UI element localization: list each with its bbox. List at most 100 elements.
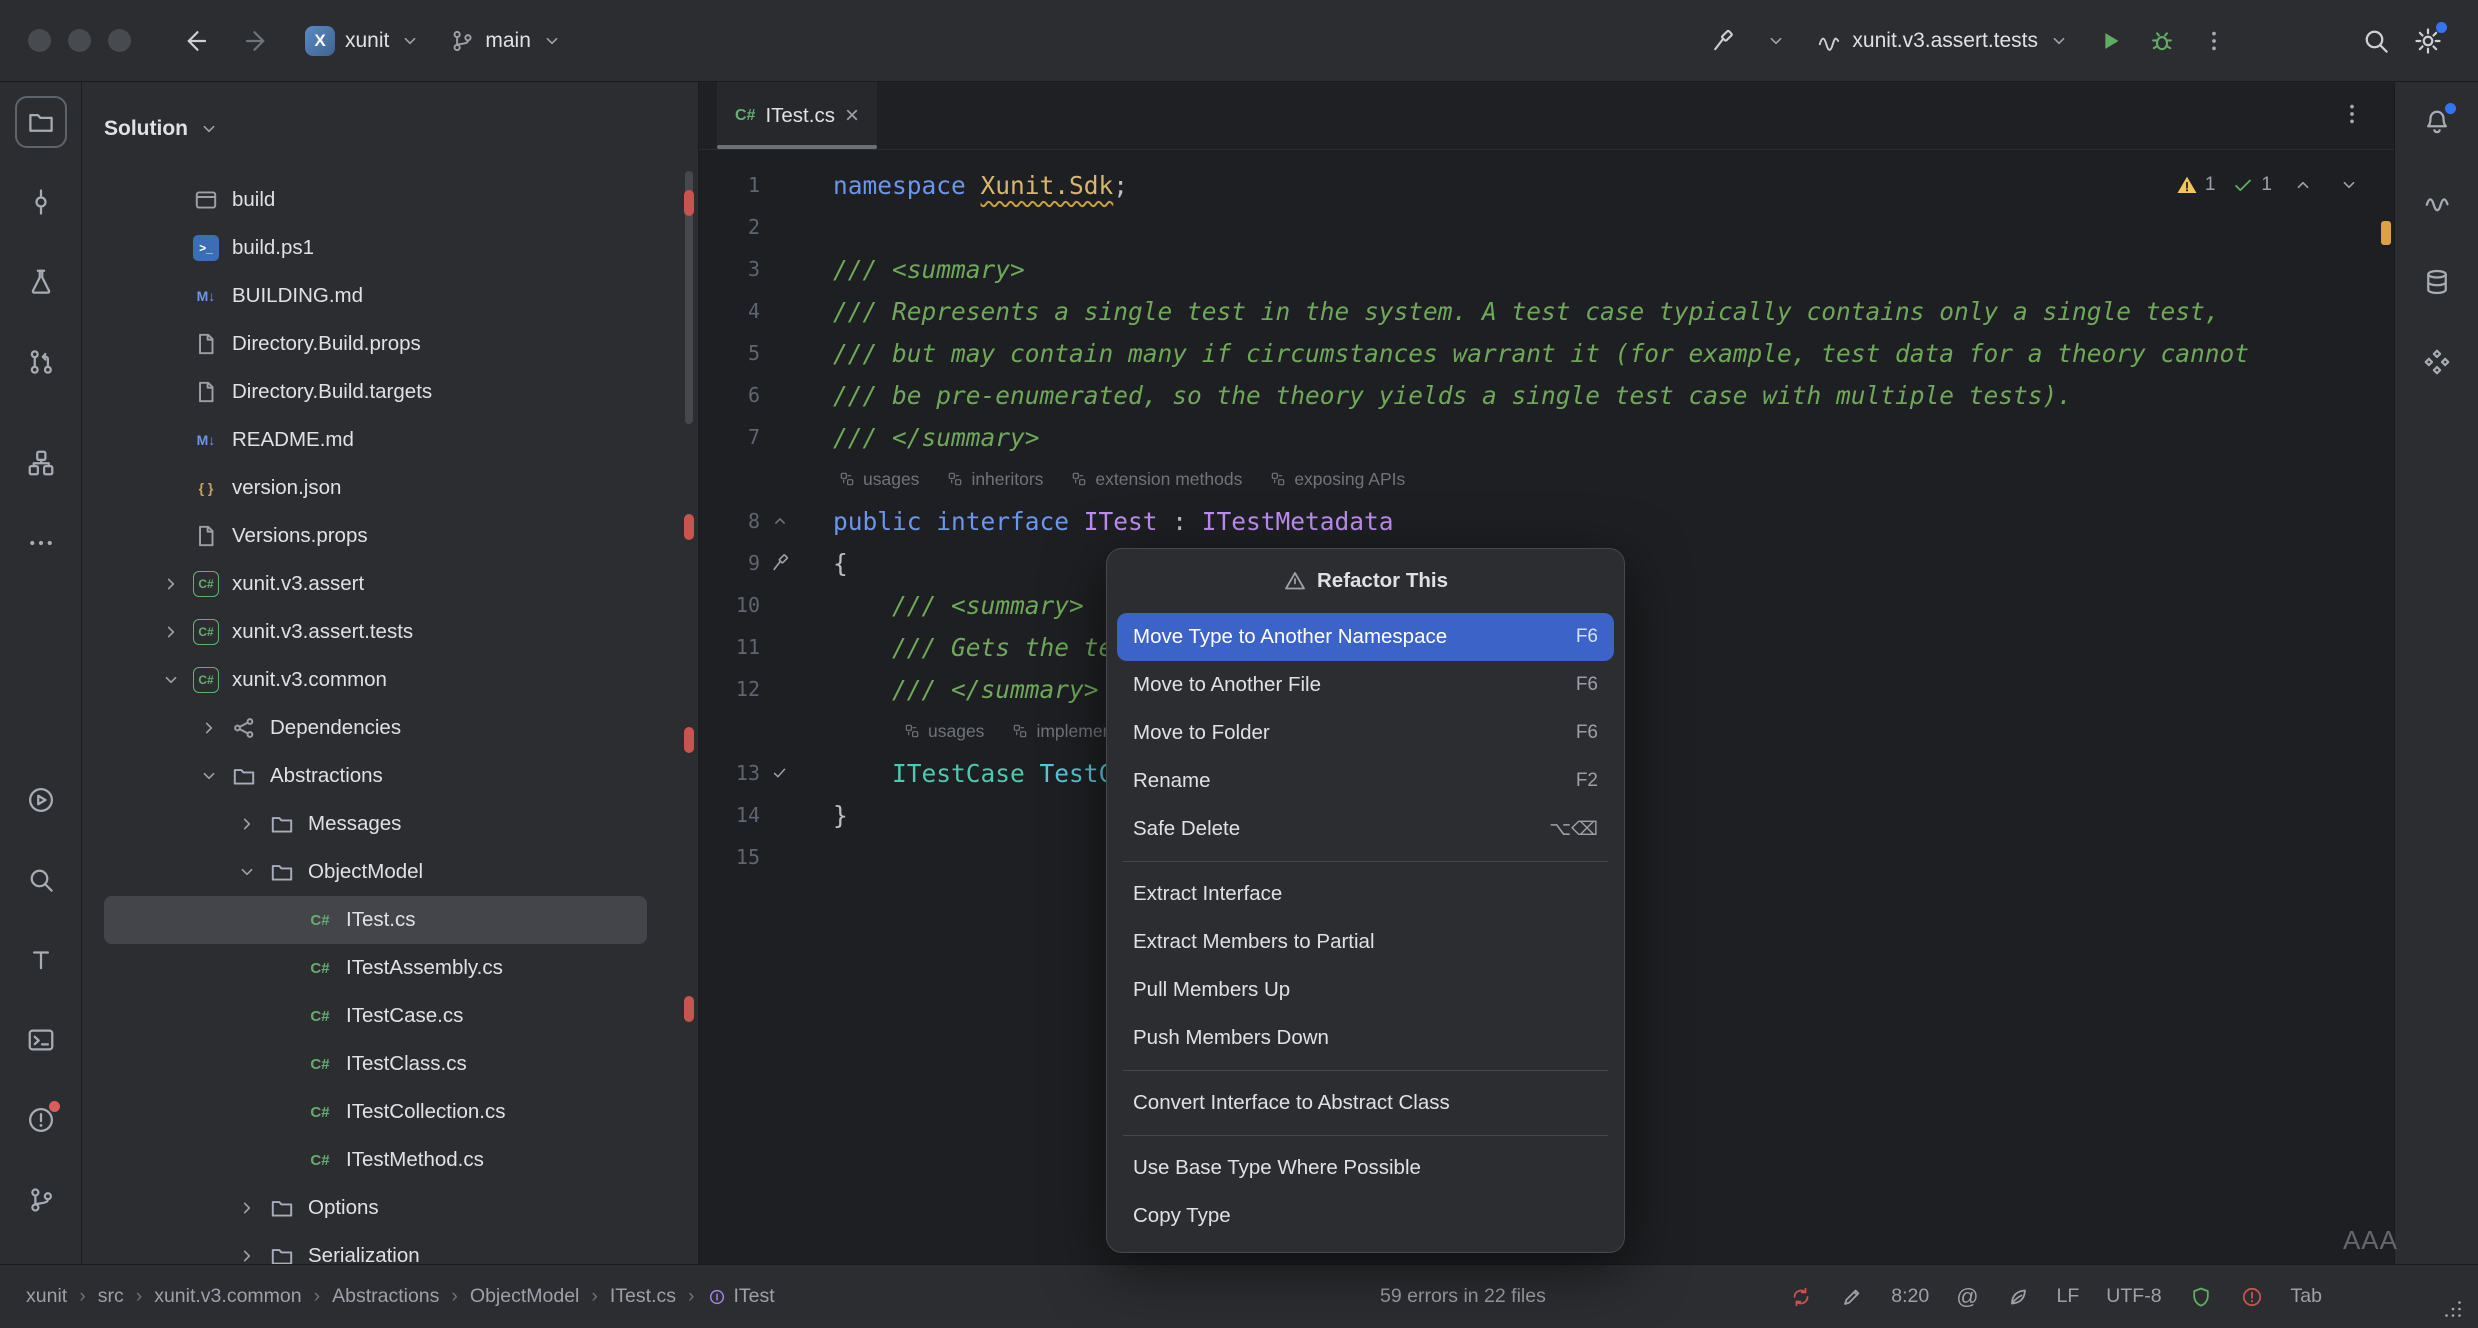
chevron-down-icon[interactable] (228, 848, 266, 896)
tree-item-xunit-v3-assert[interactable]: C#xunit.v3.assert (104, 560, 647, 608)
menu-item-move-type-to-another-namespace[interactable]: Move Type to Another NamespaceF6 (1117, 613, 1614, 661)
error-summary[interactable]: 59 errors in 22 files (1380, 1285, 1546, 1308)
highlighting-level-icon[interactable] (1840, 1285, 1864, 1309)
quick-fix-hammer-icon[interactable] (760, 552, 833, 574)
tree-item-messages[interactable]: Messages (104, 800, 647, 848)
warning-stripe-mark[interactable] (2381, 221, 2391, 245)
panel-header[interactable]: Solution (82, 82, 698, 176)
tree-item-directory-build-props[interactable]: Directory.Build.props (104, 320, 647, 368)
tree-item-itestmethod-cs[interactable]: C#ITestMethod.cs (104, 1136, 647, 1184)
tree-item-readme-md[interactable]: M↓README.md (104, 416, 647, 464)
breadcrumb-src[interactable]: src (98, 1285, 124, 1308)
file-encoding[interactable]: UTF-8 (2106, 1285, 2161, 1308)
tree-item-building-md[interactable]: M↓BUILDING.md (104, 272, 647, 320)
menu-item-extract-members-to-partial[interactable]: Extract Members to Partial (1117, 918, 1614, 966)
tab-close-icon[interactable]: × (845, 104, 859, 128)
build-button[interactable] (1698, 15, 1750, 67)
tree-item-abstractions[interactable]: Abstractions (104, 752, 647, 800)
forward-button[interactable] (229, 13, 285, 69)
resize-grip[interactable] (2440, 1296, 2466, 1322)
structure-icon[interactable] (15, 437, 67, 489)
minimize-button[interactable] (68, 29, 91, 52)
breadcrumb-xunit[interactable]: xunit (26, 1285, 67, 1308)
breadcrumb-xunit-v3-common[interactable]: xunit.v3.common (154, 1285, 301, 1308)
ok-count[interactable]: 1 (2231, 173, 2272, 197)
breadcrumb-objectmodel[interactable]: ObjectModel (470, 1285, 579, 1308)
next-problem-button[interactable] (2334, 170, 2364, 200)
code-vision-implemen[interactable]: implemen (1012, 721, 1112, 742)
code-vision-extension-methods[interactable]: extension methods (1071, 469, 1242, 490)
menu-item-pull-members-up[interactable]: Pull Members Up (1117, 966, 1614, 1014)
fold-icon[interactable] (760, 511, 833, 531)
more-tool-windows-icon[interactable] (15, 517, 67, 569)
alert-icon[interactable] (2240, 1285, 2264, 1309)
run-button[interactable] (2084, 15, 2136, 67)
chevron-right-icon[interactable] (190, 704, 228, 752)
chevron-down-icon[interactable] (152, 656, 190, 704)
commit-icon[interactable] (15, 176, 67, 228)
breadcrumb-itest-cs[interactable]: ITest.cs (610, 1285, 676, 1308)
ai-assistant-icon[interactable] (2411, 176, 2463, 228)
code-vision-usages[interactable]: usages (839, 469, 919, 490)
tree-item-xunit-v3-assert-tests[interactable]: C#xunit.v3.assert.tests (104, 608, 647, 656)
chevron-right-icon[interactable] (228, 1232, 266, 1264)
close-button[interactable] (28, 29, 51, 52)
dependencies-diagram-icon[interactable] (2411, 336, 2463, 388)
line-separator[interactable]: LF (2057, 1285, 2080, 1308)
leaf-icon[interactable] (2006, 1285, 2030, 1309)
search-everywhere-button[interactable] (2350, 15, 2402, 67)
menu-item-rename[interactable]: RenameF2 (1117, 757, 1614, 805)
tree-item-dependencies[interactable]: Dependencies (104, 704, 647, 752)
menu-item-extract-interface[interactable]: Extract Interface (1117, 870, 1614, 918)
notifications-icon[interactable] (2411, 96, 2463, 148)
pull-requests-icon[interactable] (15, 336, 67, 388)
chevron-down-icon[interactable] (190, 752, 228, 800)
warnings-count[interactable]: 1 (2175, 173, 2216, 197)
tree-item-itestclass-cs[interactable]: C#ITestClass.cs (104, 1040, 647, 1088)
database-icon[interactable] (2411, 256, 2463, 308)
tree-item-options[interactable]: Options (104, 1184, 647, 1232)
at-icon[interactable]: @ (1956, 1284, 1978, 1310)
breadcrumb-itest[interactable]: ITest (707, 1285, 775, 1308)
security-shield-icon[interactable] (2189, 1285, 2213, 1309)
search-tool-icon[interactable] (15, 854, 67, 906)
editor-tab-itest[interactable]: C# ITest.cs × (717, 82, 877, 149)
run-configuration-widget[interactable]: xunit.v3.assert.tests (1802, 13, 2084, 69)
tree-item-itest-cs[interactable]: C#ITest.cs (104, 896, 647, 944)
menu-item-move-to-folder[interactable]: Move to FolderF6 (1117, 709, 1614, 757)
menu-item-move-to-another-file[interactable]: Move to Another FileF6 (1117, 661, 1614, 709)
more-actions-button[interactable] (2188, 15, 2240, 67)
problems-icon[interactable] (15, 1094, 67, 1146)
indent-style[interactable]: Tab (2291, 1285, 2322, 1308)
tree-item-build-ps1[interactable]: >_build.ps1 (104, 224, 647, 272)
tab-list-button[interactable] (2328, 90, 2376, 138)
code-vision-inheritors[interactable]: inheritors (947, 469, 1043, 490)
branch-widget[interactable]: main (435, 13, 577, 69)
code-line[interactable]: 4/// Represents a single test in the sys… (699, 290, 2394, 332)
menu-item-use-base-type-where-possible[interactable]: Use Base Type Where Possible (1117, 1144, 1614, 1192)
code-line[interactable]: 7/// </summary> (699, 416, 2394, 458)
build-options-button[interactable] (1750, 15, 1802, 67)
menu-item-push-members-down[interactable]: Push Members Down (1117, 1014, 1614, 1062)
tree-item-directory-build-targets[interactable]: Directory.Build.targets (104, 368, 647, 416)
zoom-button[interactable] (108, 29, 131, 52)
code-vision-usages[interactable]: usages (904, 721, 984, 742)
settings-button[interactable] (2402, 15, 2454, 67)
menu-item-copy-type[interactable]: Copy Type (1117, 1192, 1614, 1240)
code-line[interactable]: 3/// <summary> (699, 248, 2394, 290)
menu-item-convert-interface-to-abstract-class[interactable]: Convert Interface to Abstract Class (1117, 1079, 1614, 1127)
terminal-icon[interactable] (15, 1014, 67, 1066)
tree-item-serialization[interactable]: Serialization (104, 1232, 647, 1264)
implementations-icon[interactable] (760, 763, 833, 783)
chevron-right-icon[interactable] (228, 1184, 266, 1232)
code-analysis-icon[interactable] (1789, 1285, 1813, 1309)
caret-position[interactable]: 8:20 (1891, 1285, 1929, 1308)
menu-item-safe-delete[interactable]: Safe Delete⌥⌫ (1117, 805, 1614, 853)
tree-item-versions-props[interactable]: Versions.props (104, 512, 647, 560)
chevron-right-icon[interactable] (228, 800, 266, 848)
run-icon[interactable] (15, 774, 67, 826)
unit-tests-icon[interactable] (15, 256, 67, 308)
tree-item-build[interactable]: build (104, 176, 647, 224)
tree-item-xunit-v3-common[interactable]: C#xunit.v3.common (104, 656, 647, 704)
code-line[interactable]: 5/// but may contain many if circumstanc… (699, 332, 2394, 374)
